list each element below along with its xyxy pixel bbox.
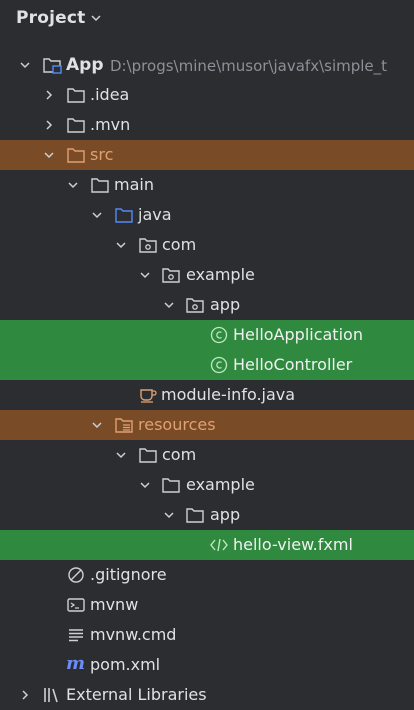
tree-row-hello-application[interactable]: HelloApplication [0,320,414,350]
folder-icon [91,178,109,193]
libraries-icon [44,688,58,703]
tree-label: pom.xml [90,655,161,674]
panel-header: Project [0,0,414,38]
tree-row-mvnw[interactable]: mvnw [0,590,414,620]
chevron-down-icon[interactable] [18,58,32,72]
tree-label: HelloApplication [233,325,363,344]
tree-row-app-package[interactable]: app [0,290,414,320]
chevron-down-icon[interactable] [42,148,56,162]
chevron-down-icon[interactable] [114,448,128,462]
tree-label: module-info.java [161,385,296,404]
tree-row-main[interactable]: main [0,170,414,200]
resources-root-icon [115,418,133,433]
tree-row-gitignore[interactable]: .gitignore [0,560,414,590]
tree-row-idea[interactable]: .idea [0,80,414,110]
folder-icon [139,448,157,463]
chevron-right-icon[interactable] [42,118,56,132]
tree-row-pom[interactable]: m pom.xml [0,650,414,680]
package-icon [139,238,157,253]
tree-label: main [114,175,154,194]
tree-label: example [186,265,255,284]
folder-icon [162,478,180,493]
chevron-down-icon[interactable] [90,418,104,432]
tree-label: .mvn [90,115,131,134]
tree-row-java[interactable]: java [0,200,414,230]
class-icon [210,326,228,344]
tree-row-mvnw-cmd[interactable]: mvnw.cmd [0,620,414,650]
tree-row-resources-example[interactable]: example [0,470,414,500]
package-icon [162,268,180,283]
chevron-down-icon[interactable] [162,298,176,312]
tree-row-src[interactable]: src [0,140,414,170]
tree-row-example[interactable]: example [0,260,414,290]
package-icon [186,298,204,313]
chevron-down-icon[interactable] [114,238,128,252]
tree-label: mvnw [90,595,139,614]
tree-row-resources-com[interactable]: com [0,440,414,470]
folder-icon [67,118,85,133]
tree-row-app[interactable]: App D:\progs\mine\musor\javafx\simple_t [0,50,414,80]
folder-icon [186,508,204,523]
tree-label: HelloController [233,355,353,374]
terminal-icon [67,598,85,612]
module-folder-icon [43,58,62,74]
tree-label: .gitignore [90,565,167,584]
gitignore-icon [68,567,84,583]
project-tree: App D:\progs\mine\musor\javafx\simple_t … [0,50,414,710]
tree-row-resources-app[interactable]: app [0,500,414,530]
tree-label: App [66,55,104,75]
tree-row-com[interactable]: com [0,230,414,260]
chevron-down-icon[interactable] [66,178,80,192]
panel-title[interactable]: Project [16,8,85,28]
chevron-down-icon[interactable] [138,268,152,282]
tree-row-resources[interactable]: resources [0,410,414,440]
tree-row-hello-view[interactable]: hello-view.fxml [0,530,414,560]
java-source-root-icon [115,208,133,223]
tree-row-hello-controller[interactable]: HelloController [0,350,414,380]
chevron-right-icon[interactable] [18,688,32,702]
tree-row-external-libraries[interactable]: External Libraries [0,680,414,710]
folder-icon [67,88,85,103]
tree-label: mvnw.cmd [90,625,177,644]
source-folder-icon [67,148,85,163]
maven-icon: m [66,653,86,674]
tree-label: app [210,505,241,524]
chevron-right-icon[interactable] [42,88,56,102]
chevron-down-icon[interactable] [90,208,104,222]
tree-label: example [186,475,255,494]
chevron-down-icon[interactable] [138,478,152,492]
tree-row-mvn[interactable]: .mvn [0,110,414,140]
class-icon [210,356,228,374]
chevron-down-icon[interactable] [162,508,176,522]
text-file-icon [69,629,83,642]
tree-label: app [210,295,241,314]
tree-label: .idea [90,85,130,104]
tree-label: java [138,205,172,224]
tree-label: src [90,145,114,164]
tree-label: hello-view.fxml [233,535,353,554]
tree-row-module-info[interactable]: module-info.java [0,380,414,410]
module-path: D:\progs\mine\musor\javafx\simple_t [110,57,388,75]
fxml-icon [210,538,228,552]
java-module-icon [140,389,157,403]
chevron-down-icon[interactable] [89,11,103,25]
tree-label: resources [138,415,216,434]
tree-label: External Libraries [66,685,207,704]
tree-label: com [162,235,197,254]
tree-label: com [162,445,197,464]
